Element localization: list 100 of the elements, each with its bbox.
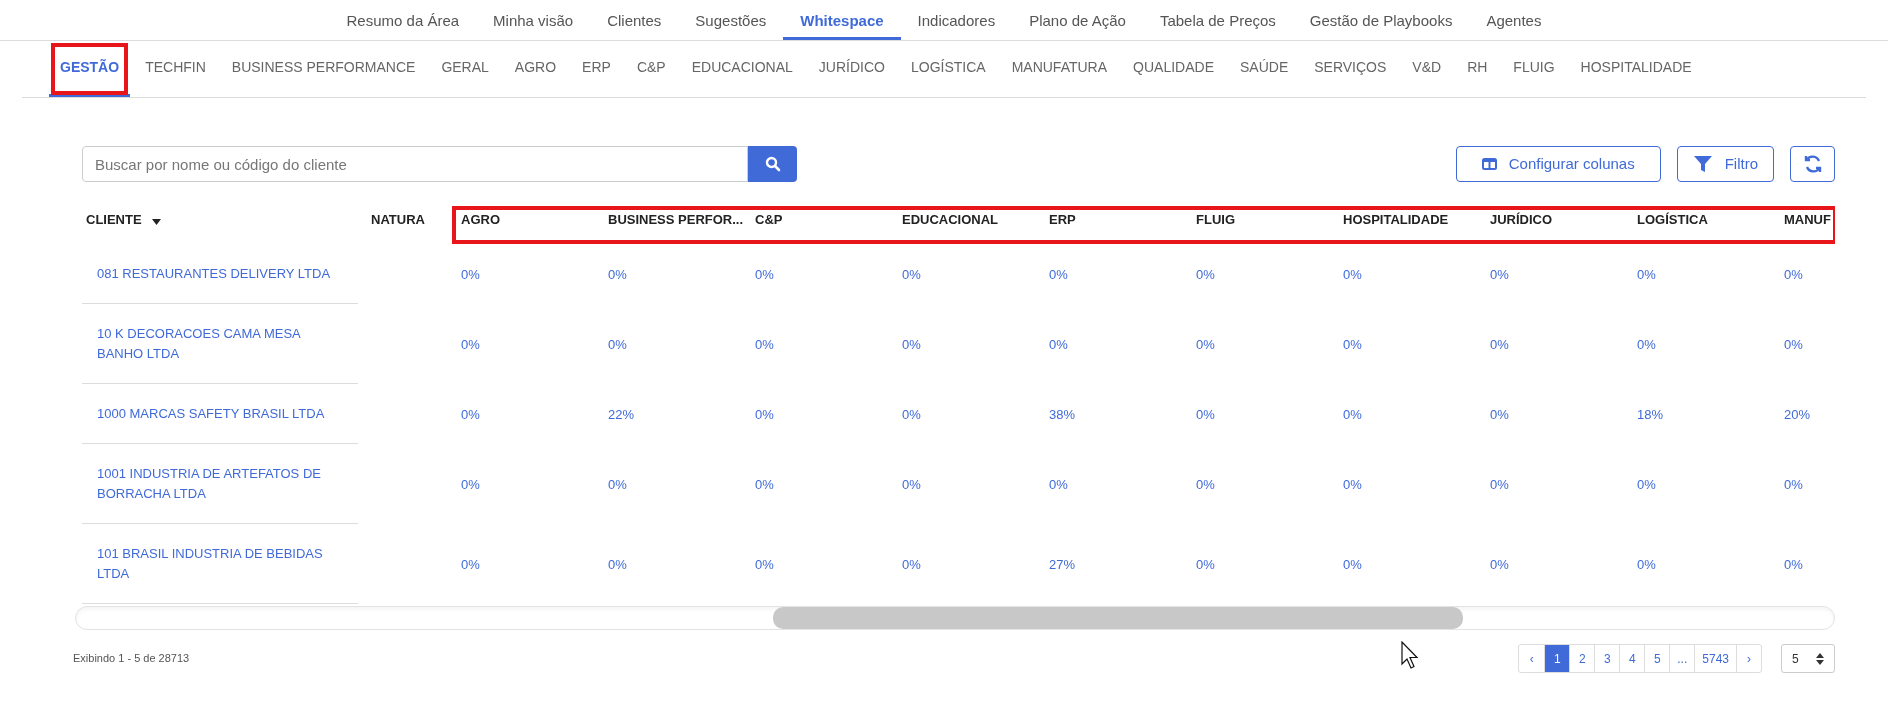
percentage-cell: 0% (461, 267, 480, 282)
percentage-cell: 0% (902, 477, 921, 492)
percentage-cell: 0% (1049, 477, 1068, 492)
category-tab[interactable]: SERVIÇOS (1303, 41, 1398, 97)
percentage-cell: 0% (902, 337, 921, 352)
percentage-cell: 27% (1049, 557, 1076, 572)
percentage-cell: 0% (608, 267, 627, 282)
page-link[interactable]: 4 (1619, 645, 1645, 672)
page-link[interactable]: 3 (1594, 645, 1620, 672)
percentage-cell: 0% (461, 337, 480, 352)
page-link[interactable]: 5 (1644, 645, 1670, 672)
client-link[interactable]: 1001 INDUSTRIA DE ARTEFATOS DE BORRACHA LTDA (97, 463, 338, 504)
category-tab[interactable]: RH (1456, 41, 1499, 97)
category-tab[interactable]: JURÍDICO (807, 41, 896, 97)
column-header[interactable]: BUSINESS PERFOR... (608, 212, 744, 227)
search-field[interactable]: Buscar por nome ou código do cliente (82, 146, 748, 182)
category-tab[interactable]: HOSPITALIDADE (1569, 41, 1703, 97)
percentage-cell: 0% (1196, 267, 1215, 282)
refresh-button[interactable] (1790, 146, 1835, 182)
percentage-cell: 20% (1784, 407, 1811, 422)
nav-link[interactable]: Plano de Ação (1012, 0, 1143, 40)
category-tab[interactable]: AGRO (503, 41, 568, 97)
column-header[interactable]: EDUCACIONAL (902, 212, 999, 227)
percentage-cell: 0% (1637, 557, 1656, 572)
configure-columns-button[interactable]: Configurar colunas (1455, 146, 1661, 182)
category-tab[interactable]: LOGÍSTICA (899, 41, 997, 97)
nav-link[interactable]: Tabela de Preços (1142, 0, 1293, 40)
percentage-cell: 0% (1343, 407, 1362, 422)
percentage-cell: 0% (608, 337, 627, 352)
nav-link[interactable]: Resumo da Área (329, 0, 477, 40)
scrollbar-thumb[interactable] (773, 607, 1463, 629)
column-header[interactable]: NATURA (371, 212, 425, 227)
client-link[interactable]: 10 K DECORACOES CAMA MESA BANHO LTDA (97, 323, 338, 364)
search-button[interactable] (748, 146, 797, 182)
category-tab[interactable]: V&D (1401, 41, 1453, 97)
page-link[interactable]: › (1736, 645, 1761, 672)
nav-link[interactable]: Sugestões (678, 0, 784, 40)
percentage-cell: 22% (608, 407, 635, 422)
category-tab[interactable]: GESTÃO (49, 41, 131, 97)
mouse-cursor-icon (1401, 641, 1421, 671)
category-tab[interactable]: GERAL (430, 41, 500, 97)
category-tab[interactable]: FLUIG (1502, 41, 1566, 97)
nav-link[interactable]: Minha visão (476, 0, 591, 40)
column-header[interactable]: LOGÍSTICA (1637, 212, 1708, 227)
column-header[interactable]: FLUIG (1196, 212, 1235, 227)
column-header[interactable]: CLIENTE (86, 210, 142, 230)
column-header[interactable]: AGRO (461, 212, 500, 227)
page-link[interactable]: 2 (1569, 645, 1595, 672)
percentage-cell: 0% (1343, 477, 1362, 492)
nav-link[interactable]: Indicadores (900, 0, 1013, 40)
percentage-cell: 0% (1784, 477, 1803, 492)
page-link[interactable]: ‹ (1519, 645, 1545, 672)
percentage-cell: 0% (1049, 337, 1068, 352)
percentage-cell: 0% (1196, 407, 1215, 422)
percentage-cell: 0% (1490, 407, 1509, 422)
filter-button[interactable]: Filtro (1676, 146, 1774, 182)
category-tab[interactable]: BUSINESS PERFORMANCE (220, 41, 427, 97)
nav-link[interactable]: Whitespace (783, 0, 901, 40)
percentage-cell: 0% (1490, 337, 1509, 352)
nav-link[interactable]: Clientes (590, 0, 679, 40)
percentage-cell: 0% (755, 337, 774, 352)
client-link[interactable]: 1000 MARCAS SAFETY BRASIL LTDA (97, 403, 325, 424)
percentage-cell: 0% (1637, 337, 1656, 352)
category-tab[interactable]: MANUFATURA (1000, 41, 1119, 97)
nav-link[interactable]: Gestão de Playbooks (1292, 0, 1470, 40)
page-link[interactable]: 1 (1544, 645, 1570, 672)
search-icon (764, 156, 781, 172)
filter-icon (1692, 155, 1713, 173)
category-tab[interactable]: EDUCACIONAL (680, 41, 804, 97)
percentage-cell: 0% (755, 267, 774, 282)
percentage-cell: 0% (461, 477, 480, 492)
category-tab[interactable]: C&P (625, 41, 677, 97)
category-tab[interactable]: TECHFIN (134, 41, 217, 97)
client-link[interactable]: 101 BRASIL INDUSTRIA DE BEBIDAS LTDA (97, 543, 338, 584)
percentage-cell: 0% (755, 557, 774, 572)
column-header[interactable]: C&P (755, 212, 783, 227)
column-header[interactable]: JURÍDICO (1490, 212, 1553, 227)
column-header[interactable]: HOSPITALIDADE (1343, 212, 1449, 227)
page-link[interactable]: ... (1669, 645, 1695, 672)
percentage-cell: 0% (1490, 557, 1509, 572)
page-size-select[interactable]: 5 (1781, 644, 1835, 673)
percentage-cell: 0% (608, 477, 627, 492)
results-summary: Exibindo 1 - 5 de 28713 (73, 651, 190, 667)
page-link[interactable]: 5743 (1694, 645, 1736, 672)
percentage-cell: 0% (1784, 267, 1803, 282)
column-header[interactable]: ERP (1049, 212, 1076, 227)
percentage-cell: 0% (902, 267, 921, 282)
percentage-cell: 0% (1196, 477, 1215, 492)
percentage-cell: 0% (1196, 557, 1215, 572)
percentage-cell: 0% (461, 557, 480, 572)
category-tab[interactable]: ERP (571, 41, 622, 97)
column-header[interactable]: MANUF (1784, 212, 1831, 227)
percentage-cell: 0% (1637, 267, 1656, 282)
category-tab[interactable]: QUALIDADE (1122, 41, 1225, 97)
category-tab[interactable]: SAÚDE (1229, 41, 1300, 97)
percentage-cell: 0% (1049, 267, 1068, 282)
percentage-cell: 0% (902, 557, 921, 572)
nav-link[interactable]: Agentes (1469, 0, 1559, 40)
client-link[interactable]: 081 RESTAURANTES DELIVERY LTDA (97, 263, 331, 284)
sort-caret-icon (151, 218, 161, 225)
